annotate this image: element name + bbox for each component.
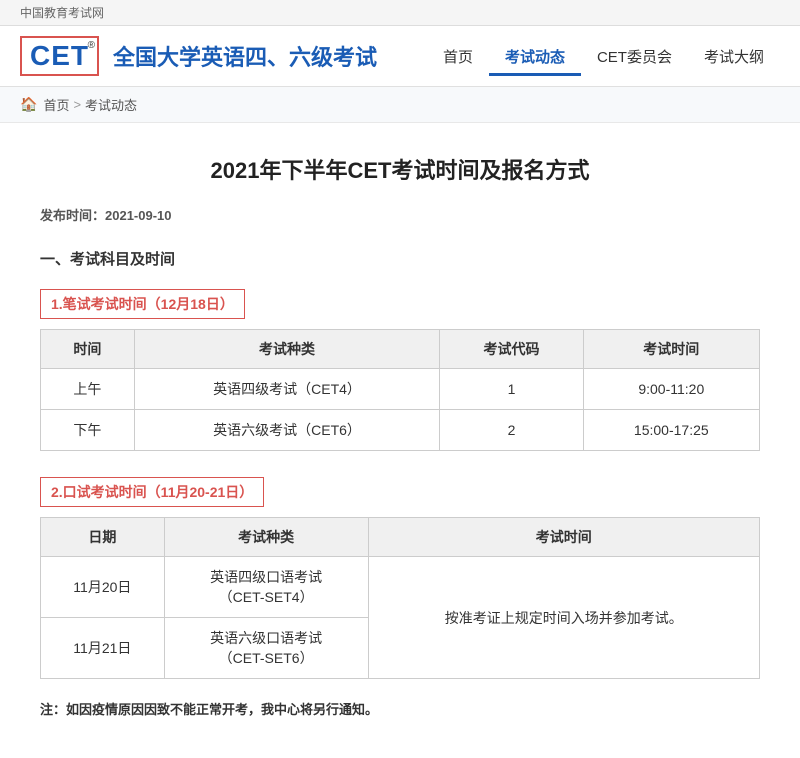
nav-committee[interactable]: CET委员会 (581, 38, 688, 75)
oral-row2-date: 11月21日 (41, 618, 165, 679)
written-row1-type: 英语四级考试（CET4） (134, 369, 440, 410)
written-exam-title: 1.笔试考试时间（12月18日） (40, 289, 245, 319)
table-row: 上午 英语四级考试（CET4） 1 9:00-11:20 (41, 369, 760, 410)
publish-date-label: 发布时间： (40, 208, 105, 223)
oral-exam-section: 2.口试考试时间（11月20-21日） 日期 考试种类 考试时间 11月20日 … (40, 471, 760, 679)
oral-row1-date: 11月20日 (41, 557, 165, 618)
article-title: 2021年下半年CET考试时间及报名方式 (40, 153, 760, 185)
oral-col-time: 考试时间 (368, 518, 759, 557)
written-row1-code: 1 (440, 369, 583, 410)
oral-exam-title: 2.口试考试时间（11月20-21日） (40, 477, 264, 507)
written-col-code: 考试代码 (440, 330, 583, 369)
written-row1-time: 9:00-11:20 (583, 369, 759, 410)
breadcrumb-separator: > (73, 97, 81, 112)
site-title: 全国大学英语四、六级考试 (113, 40, 377, 72)
written-row2-code: 2 (440, 410, 583, 451)
logo-box: CET ® (20, 36, 99, 76)
article-note: 注：如因疫情原因因致不能正常开考，我中心将另行通知。 (40, 699, 760, 718)
note-strong: 注：如因疫情原因因致不能正常开考，我中心将另行通知。 (40, 702, 378, 717)
breadcrumb: 🏠 首页 > 考试动态 (0, 87, 800, 123)
written-row2-type: 英语六级考试（CET6） (134, 410, 440, 451)
written-col-type: 考试种类 (134, 330, 440, 369)
section1-title: 一、考试科目及时间 (40, 248, 760, 269)
nav-syllabus[interactable]: 考试大纲 (688, 38, 780, 75)
top-bar-label: 中国教育考试网 (20, 6, 104, 20)
oral-row2-type: 英语六级口语考试（CET-SET6） (164, 618, 368, 679)
oral-col-type: 考试种类 (164, 518, 368, 557)
main-content: 2021年下半年CET考试时间及报名方式 发布时间：2021-09-10 一、考… (20, 123, 780, 758)
written-col-time: 时间 (41, 330, 135, 369)
table-row: 11月20日 英语四级口语考试（CET-SET4） 按准考证上规定时间入场并参加… (41, 557, 760, 618)
written-col-duration: 考试时间 (583, 330, 759, 369)
written-row1-period: 上午 (41, 369, 135, 410)
publish-date: 发布时间：2021-09-10 (40, 205, 760, 224)
nav-home[interactable]: 首页 (427, 38, 489, 75)
written-row2-time: 15:00-17:25 (583, 410, 759, 451)
written-exam-section: 1.笔试考试时间（12月18日） 时间 考试种类 考试代码 考试时间 上午 英语… (40, 283, 760, 451)
oral-exam-table: 日期 考试种类 考试时间 11月20日 英语四级口语考试（CET-SET4） 按… (40, 517, 760, 679)
nav-news[interactable]: 考试动态 (489, 38, 581, 75)
main-nav: 首页 考试动态 CET委员会 考试大纲 (427, 38, 780, 75)
table-row: 下午 英语六级考试（CET6） 2 15:00-17:25 (41, 410, 760, 451)
logo-text: CET (30, 40, 89, 71)
written-row2-period: 下午 (41, 410, 135, 451)
written-exam-table: 时间 考试种类 考试代码 考试时间 上午 英语四级考试（CET4） 1 9:00… (40, 329, 760, 451)
breadcrumb-current: 考试动态 (85, 95, 137, 114)
header: CET ® 全国大学英语四、六级考试 首页 考试动态 CET委员会 考试大纲 (0, 26, 800, 87)
header-left: CET ® 全国大学英语四、六级考试 (20, 36, 377, 76)
logo-registered: ® (88, 40, 95, 51)
top-bar: 中国教育考试网 (0, 0, 800, 26)
oral-rows-note: 按准考证上规定时间入场并参加考试。 (368, 557, 759, 679)
breadcrumb-home[interactable]: 首页 (43, 95, 69, 114)
home-icon: 🏠 (20, 96, 37, 113)
oral-col-date: 日期 (41, 518, 165, 557)
oral-row1-type: 英语四级口语考试（CET-SET4） (164, 557, 368, 618)
publish-date-value: 2021-09-10 (105, 208, 172, 223)
